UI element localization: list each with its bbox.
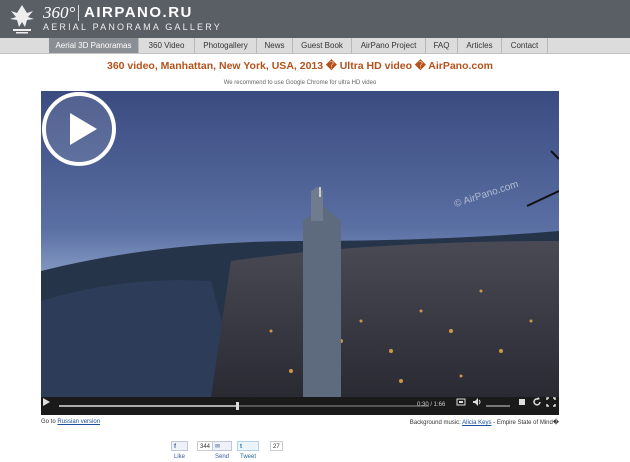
- music-artist-link[interactable]: Alicia Keys: [462, 420, 491, 426]
- twitter-icon: t: [240, 444, 242, 450]
- video-controls: 0:30 / 1:66: [41, 397, 559, 415]
- nav-item-360-video[interactable]: 360 Video: [139, 38, 195, 53]
- goto-prefix: Go to: [41, 419, 56, 425]
- seek-bar[interactable]: [59, 402, 429, 410]
- settings-icon[interactable]: [517, 397, 527, 407]
- music-prefix: Background music:: [409, 420, 461, 426]
- quality-icon[interactable]: [456, 397, 466, 407]
- refresh-icon[interactable]: [532, 397, 542, 407]
- nav-item-aerial-3d-panoramas[interactable]: Aerial 3D Panoramas: [49, 38, 139, 53]
- time-display: 0:30 / 1:66: [417, 402, 446, 408]
- tweet-count: 27: [270, 441, 283, 451]
- site-header: 360° AIRPANO.RU AERIAL PANORAMA GALLERY: [0, 0, 630, 38]
- fullscreen-icon[interactable]: [546, 397, 556, 407]
- play-overlay-icon[interactable]: [41, 91, 117, 167]
- logo-name[interactable]: AIRPANO.RU: [84, 4, 193, 21]
- language-switch: Go to Russian version: [41, 419, 100, 425]
- seek-handle[interactable]: [235, 402, 239, 410]
- like-count: 344: [197, 441, 214, 451]
- logo-subtitle: AERIAL PANORAMA GALLERY: [43, 22, 222, 32]
- music-suffix: - Empire State of Mind�: [491, 420, 559, 426]
- music-credit: Background music: Alicia Keys - Empire S…: [410, 419, 559, 426]
- send-label: Send: [215, 454, 230, 460]
- volume-icon[interactable]: [472, 397, 482, 407]
- nav-item-articles[interactable]: Articles: [458, 38, 502, 53]
- nav-item-airpano-project[interactable]: AirPano Project: [352, 38, 426, 53]
- browser-hint: We recommend to use Google Chrome for ul…: [223, 80, 377, 86]
- page-title: 360 video, Manhattan, New York, USA, 201…: [106, 60, 494, 72]
- logo-divider: [78, 5, 79, 21]
- like-label: Like: [174, 454, 186, 460]
- facebook-send-button[interactable]: ✉ Send: [212, 441, 233, 460]
- tweet-button[interactable]: t Tweet: [237, 441, 260, 460]
- tweet-label: Tweet: [240, 454, 257, 460]
- seek-progress: [59, 405, 237, 407]
- logo-360[interactable]: 360°: [43, 3, 75, 23]
- video-player[interactable]: © AirPano.com 0:30 / 1:66: [41, 91, 559, 415]
- facebook-like-button[interactable]: f Like: [171, 441, 189, 460]
- russian-version-link[interactable]: Russian version: [57, 419, 100, 425]
- send-icon: ✉: [215, 444, 221, 450]
- eagle-logo-icon[interactable]: [7, 3, 37, 35]
- main-nav: Aerial 3D Panoramas 360 Video Photogalle…: [0, 38, 630, 54]
- play-icon[interactable]: [41, 397, 51, 407]
- volume-slider[interactable]: [486, 405, 510, 407]
- nav-item-contact[interactable]: Contact: [502, 38, 548, 53]
- video-frame: [41, 91, 559, 397]
- nav-item-guest-book[interactable]: Guest Book: [293, 38, 352, 53]
- nav-item-faq[interactable]: FAQ: [426, 38, 458, 53]
- nav-item-news[interactable]: News: [257, 38, 293, 53]
- facebook-icon: f: [174, 444, 176, 450]
- nav-item-photogallery[interactable]: Photogallery: [195, 38, 257, 53]
